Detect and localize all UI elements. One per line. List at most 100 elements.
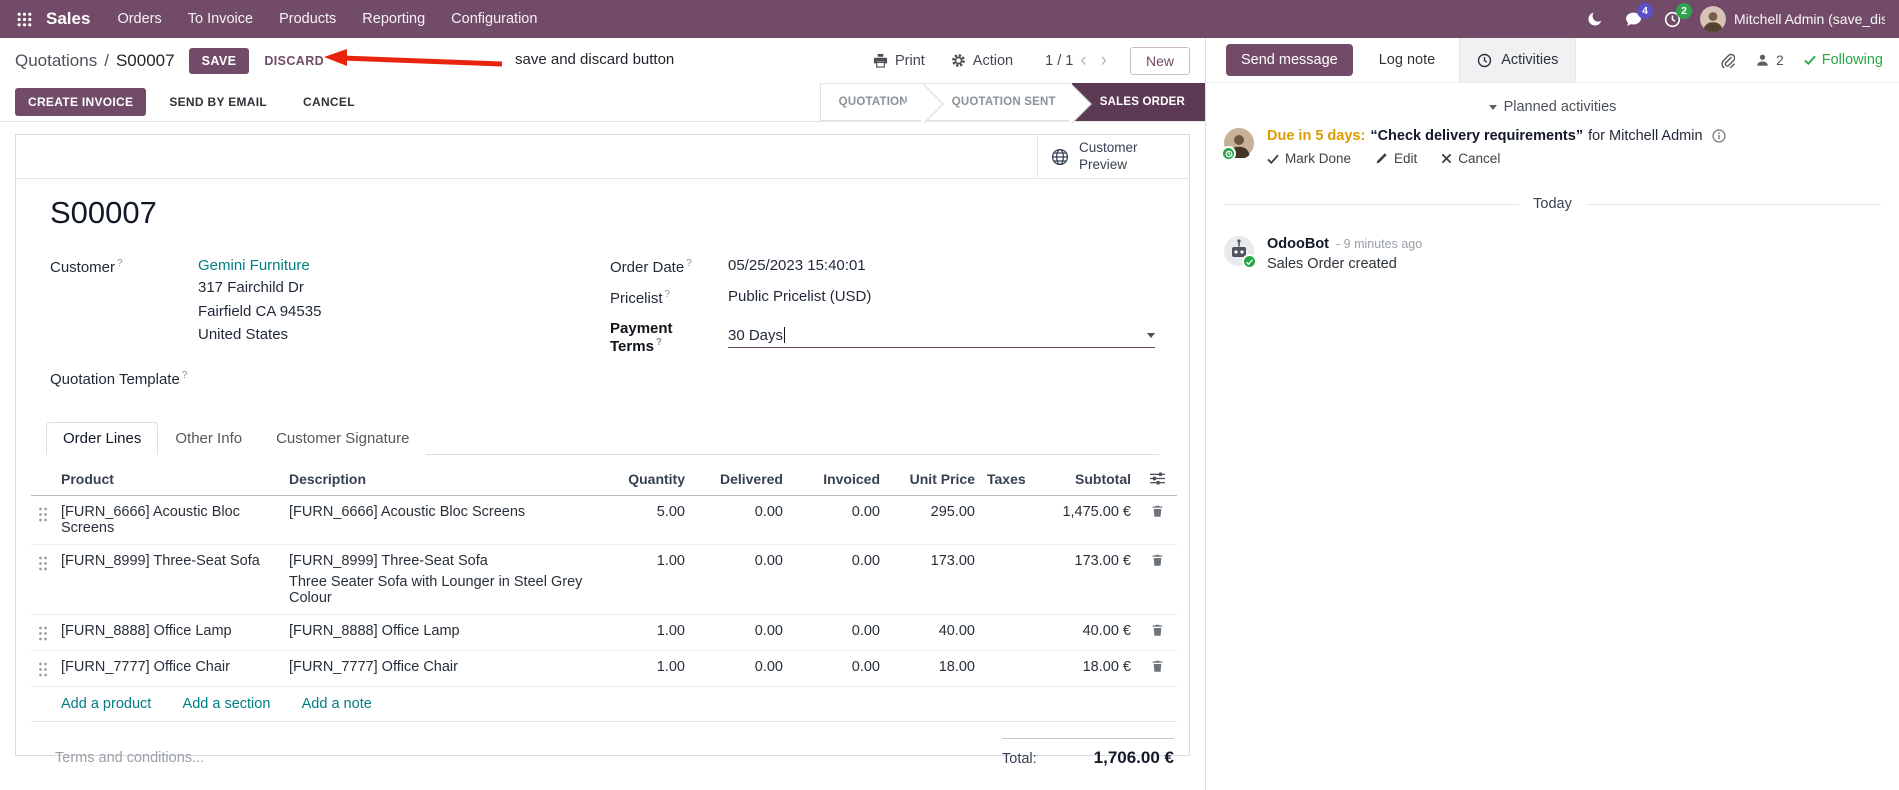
drag-handle-icon[interactable]: [38, 504, 48, 523]
cell-invoiced[interactable]: 0.00: [789, 495, 886, 544]
order-date-field[interactable]: 05/25/2023 15:40:01: [728, 257, 866, 276]
messages-menu-button[interactable]: 4: [1614, 0, 1653, 38]
total-label: Total:: [1002, 750, 1037, 767]
cell-delivered[interactable]: 0.00: [691, 543, 789, 614]
cell-invoiced[interactable]: 0.00: [789, 613, 886, 650]
delete-line-button[interactable]: [1151, 553, 1164, 567]
field-group: Customer? Gemini Furniture 317 Fairchild…: [50, 257, 1155, 398]
followers-button[interactable]: 2: [1755, 52, 1784, 68]
cell-quantity[interactable]: 1.00: [603, 613, 691, 650]
cell-unit-price[interactable]: 40.00: [886, 613, 981, 650]
delete-line-button[interactable]: [1151, 623, 1164, 637]
attach-files-button[interactable]: [1719, 52, 1735, 68]
add-product-link[interactable]: Add a product: [61, 696, 151, 712]
field-column-left: Customer? Gemini Furniture 317 Fairchild…: [50, 257, 610, 398]
tab-customer-signature[interactable]: Customer Signature: [259, 421, 427, 455]
paperclip-icon: [1721, 53, 1735, 68]
quotation-template-field[interactable]: [198, 369, 610, 388]
cell-quantity[interactable]: 5.00: [603, 495, 691, 544]
activity-assignee: for Mitchell Admin: [1588, 128, 1703, 144]
cell-taxes[interactable]: [981, 543, 1047, 614]
cell-description[interactable]: [FURN_8999] Three-Seat Sofa Three Seater…: [283, 543, 603, 614]
send-by-email-button[interactable]: SEND BY EMAIL: [156, 88, 280, 116]
cell-description[interactable]: [FURN_7777] Office Chair: [283, 649, 603, 686]
payment-terms-field[interactable]: 30 Days: [728, 327, 1155, 348]
new-button[interactable]: New: [1129, 46, 1190, 75]
menu-reporting[interactable]: Reporting: [349, 0, 438, 38]
quotation-template-label-text: Quotation Template: [50, 370, 180, 388]
cell-delivered[interactable]: 0.00: [691, 613, 789, 650]
control-panel: Quotations / S00007 SAVE DISCARD save an…: [0, 38, 1205, 83]
stage-quotation[interactable]: QUOTATION: [819, 83, 944, 124]
planned-activities-toggle[interactable]: Planned activities: [1206, 99, 1899, 115]
stage-sales-order[interactable]: SALES ORDER: [1071, 83, 1205, 121]
cell-description[interactable]: [FURN_8888] Office Lamp: [283, 613, 603, 650]
mark-done-button[interactable]: Mark Done: [1267, 151, 1351, 166]
following-button[interactable]: Following: [1804, 52, 1883, 68]
menu-to-invoice[interactable]: To Invoice: [175, 0, 266, 38]
create-invoice-button[interactable]: CREATE INVOICE: [15, 88, 147, 116]
delete-line-button[interactable]: [1151, 659, 1164, 673]
add-section-link[interactable]: Add a section: [183, 696, 271, 712]
activity-info-button[interactable]: [1711, 129, 1726, 143]
cell-delivered[interactable]: 0.00: [691, 649, 789, 686]
dark-mode-toggle-button[interactable]: [1576, 0, 1614, 38]
cell-unit-price[interactable]: 295.00: [886, 495, 981, 544]
tab-order-lines[interactable]: Order Lines: [46, 421, 159, 455]
cell-product[interactable]: [FURN_6666] Acoustic Bloc Screens: [55, 495, 283, 544]
breadcrumb-current: S00007: [115, 50, 175, 70]
caret-down-icon[interactable]: [1147, 332, 1155, 338]
optional-columns-button[interactable]: [1149, 472, 1165, 485]
action-button[interactable]: Action: [951, 53, 1013, 69]
user-menu-button[interactable]: Mitchell Admin (save_discar: [1700, 6, 1885, 32]
cell-taxes[interactable]: [981, 649, 1047, 686]
menu-products[interactable]: Products: [266, 0, 349, 38]
pager-previous-button[interactable]: ‹: [1073, 51, 1093, 70]
customer-address-line: United States: [198, 326, 289, 343]
activities-tab[interactable]: Activities: [1460, 38, 1577, 82]
cell-invoiced[interactable]: 0.00: [789, 649, 886, 686]
drag-handle-icon[interactable]: [38, 623, 48, 642]
cell-product[interactable]: [FURN_8888] Office Lamp: [55, 613, 283, 650]
save-button[interactable]: SAVE: [188, 47, 250, 74]
pricelist-label-text: Pricelist: [610, 290, 663, 307]
cell-unit-price[interactable]: 18.00: [886, 649, 981, 686]
drag-handle-icon[interactable]: [38, 659, 48, 678]
cell-invoiced[interactable]: 0.00: [789, 543, 886, 614]
add-note-link[interactable]: Add a note: [302, 696, 372, 712]
cell-delivered[interactable]: 0.00: [691, 495, 789, 544]
tab-other-info[interactable]: Other Info: [158, 421, 260, 455]
print-button[interactable]: Print: [873, 53, 925, 69]
log-note-button[interactable]: Log note: [1373, 44, 1441, 76]
cell-quantity[interactable]: 1.00: [603, 543, 691, 614]
customer-preview-button[interactable]: Customer Preview: [1037, 135, 1189, 178]
send-message-button[interactable]: Send message: [1226, 44, 1353, 76]
cell-product[interactable]: [FURN_8999] Three-Seat Sofa: [55, 543, 283, 614]
action-label: Action: [972, 52, 1014, 69]
customer-link[interactable]: Gemini Furniture: [198, 257, 310, 274]
cancel-activity-button[interactable]: Cancel: [1441, 151, 1500, 166]
cell-quantity[interactable]: 1.00: [603, 649, 691, 686]
col-taxes: Taxes: [981, 462, 1047, 496]
clock-icon: [1477, 53, 1492, 67]
stage-quotation-sent[interactable]: QUOTATION SENT: [923, 83, 1092, 124]
cancel-button[interactable]: CANCEL: [290, 88, 368, 116]
menu-configuration[interactable]: Configuration: [438, 0, 550, 38]
pager-next-button[interactable]: ›: [1094, 51, 1114, 70]
delete-line-button[interactable]: [1151, 504, 1164, 518]
menu-orders[interactable]: Orders: [104, 0, 174, 38]
drag-handle-icon[interactable]: [38, 553, 48, 572]
cell-taxes[interactable]: [981, 495, 1047, 544]
pricelist-field[interactable]: Public Pricelist (USD): [728, 288, 871, 307]
apps-menu-button[interactable]: [8, 0, 41, 38]
breadcrumb-quotations[interactable]: Quotations: [15, 51, 97, 71]
activity-due: Due in 5 days:: [1267, 128, 1366, 144]
cell-description[interactable]: [FURN_6666] Acoustic Bloc Screens: [283, 495, 603, 544]
activities-menu-button[interactable]: 2: [1653, 0, 1692, 38]
app-name[interactable]: Sales: [46, 9, 90, 29]
cell-taxes[interactable]: [981, 613, 1047, 650]
terms-placeholder[interactable]: Terms and conditions...: [55, 738, 204, 766]
cell-unit-price[interactable]: 173.00: [886, 543, 981, 614]
cell-product[interactable]: [FURN_7777] Office Chair: [55, 649, 283, 686]
edit-activity-button[interactable]: Edit: [1375, 151, 1417, 166]
